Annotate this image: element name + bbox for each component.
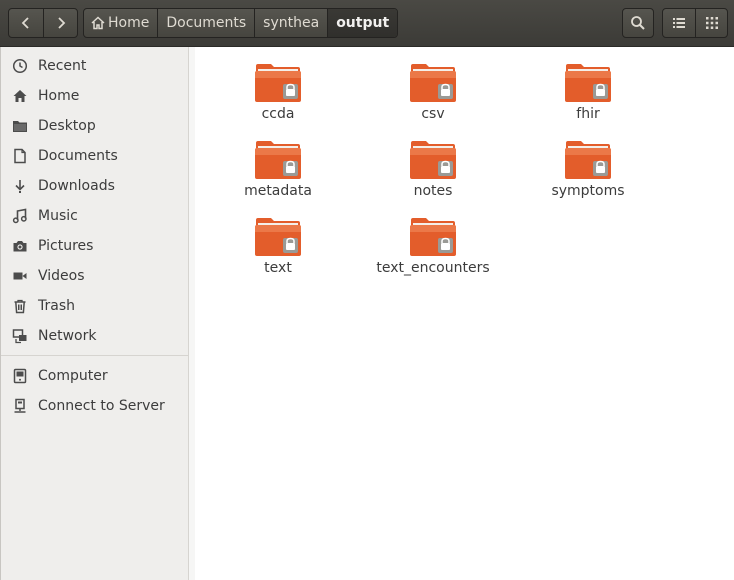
sidebar-item-trash[interactable]: Trash	[1, 291, 188, 321]
folder-item[interactable]: notes	[368, 139, 498, 199]
sidebar-item-label: Network	[38, 328, 97, 344]
server-icon	[11, 397, 29, 415]
chevron-right-icon	[57, 17, 65, 29]
folder-name: text_encounters	[376, 260, 490, 276]
trash-icon	[11, 297, 29, 315]
sidebar-divider	[1, 355, 188, 356]
chevron-left-icon	[21, 17, 29, 29]
sidebar-item-label: Videos	[38, 268, 85, 284]
home-icon	[91, 16, 105, 30]
clock-icon	[11, 57, 29, 75]
document-icon	[11, 147, 29, 165]
sidebar-item-label: Documents	[38, 148, 118, 164]
locked-folder-icon	[409, 216, 457, 258]
locked-folder-icon	[254, 62, 302, 104]
locked-folder-icon	[409, 62, 457, 104]
sidebar-item-computer[interactable]: Computer	[1, 361, 188, 391]
sidebar-item-label: Pictures	[38, 238, 94, 254]
breadcrumb-label: synthea	[263, 15, 320, 31]
music-icon	[11, 207, 29, 225]
folder-name: fhir	[576, 106, 600, 122]
view-buttons	[662, 8, 728, 38]
sidebar-item-label: Recent	[38, 58, 87, 74]
video-icon	[11, 267, 29, 285]
grid-icon	[705, 17, 718, 29]
breadcrumb-synthea[interactable]: synthea	[254, 9, 327, 37]
sidebar-item-label: Home	[38, 88, 80, 104]
sidebar-item-pictures[interactable]: Pictures	[1, 231, 188, 261]
folder-name: metadata	[244, 183, 312, 199]
back-button[interactable]	[9, 9, 43, 37]
locked-folder-icon	[564, 62, 612, 104]
folder-item[interactable]: symptoms	[523, 139, 653, 199]
folder-name: ccda	[261, 106, 295, 122]
sidebar: Recent Home Desktop Documents Downloads …	[0, 47, 189, 580]
folder-name: text	[264, 260, 292, 276]
download-icon	[11, 177, 29, 195]
sidebar-item-connect-to-server[interactable]: Connect to Server	[1, 391, 188, 421]
header-bar: Home Documents synthea output	[0, 0, 734, 47]
folder-item[interactable]: text	[213, 216, 343, 276]
sidebar-item-label: Connect to Server	[38, 398, 165, 414]
search-button[interactable]	[622, 8, 654, 38]
sidebar-item-downloads[interactable]: Downloads	[1, 171, 188, 201]
breadcrumb-home[interactable]: Home	[84, 9, 157, 37]
sidebar-item-label: Desktop	[38, 118, 96, 134]
network-icon	[11, 327, 29, 345]
locked-folder-icon	[254, 139, 302, 181]
sidebar-item-videos[interactable]: Videos	[1, 261, 188, 291]
breadcrumb-documents[interactable]: Documents	[157, 9, 254, 37]
folder-name: csv	[421, 106, 445, 122]
forward-button[interactable]	[43, 9, 77, 37]
sidebar-item-label: Music	[38, 208, 78, 224]
breadcrumb-label: output	[336, 15, 390, 31]
sidebar-item-recent[interactable]: Recent	[1, 51, 188, 81]
search-icon	[631, 16, 645, 30]
folder-item[interactable]: fhir	[523, 62, 653, 122]
sidebar-item-network[interactable]: Network	[1, 321, 188, 351]
navigation-buttons	[8, 8, 78, 38]
folder-icon	[11, 117, 29, 135]
breadcrumb: Home Documents synthea output	[83, 8, 399, 38]
sidebar-item-label: Computer	[38, 368, 108, 384]
folder-item[interactable]: csv	[368, 62, 498, 122]
sidebar-item-desktop[interactable]: Desktop	[1, 111, 188, 141]
folder-item[interactable]: metadata	[213, 139, 343, 199]
locked-folder-icon	[254, 216, 302, 258]
file-view: ccda csv fhir metadata notes symptoms text text…	[195, 47, 734, 580]
home-icon	[11, 87, 29, 105]
breadcrumb-label: Home	[108, 15, 150, 31]
list-view-button[interactable]	[663, 9, 695, 37]
list-icon	[673, 18, 685, 28]
sidebar-item-documents[interactable]: Documents	[1, 141, 188, 171]
sidebar-item-label: Downloads	[38, 178, 115, 194]
folder-name: symptoms	[551, 183, 625, 199]
breadcrumb-output[interactable]: output	[327, 9, 398, 37]
folder-item[interactable]: text_encounters	[368, 216, 498, 276]
sidebar-item-music[interactable]: Music	[1, 201, 188, 231]
sidebar-item-home[interactable]: Home	[1, 81, 188, 111]
folder-item[interactable]: ccda	[213, 62, 343, 122]
locked-folder-icon	[564, 139, 612, 181]
computer-icon	[11, 367, 29, 385]
sidebar-item-label: Trash	[38, 298, 75, 314]
breadcrumb-label: Documents	[166, 15, 247, 31]
folder-name: notes	[413, 183, 453, 199]
locked-folder-icon	[409, 139, 457, 181]
camera-icon	[11, 237, 29, 255]
grid-view-button[interactable]	[695, 9, 727, 37]
